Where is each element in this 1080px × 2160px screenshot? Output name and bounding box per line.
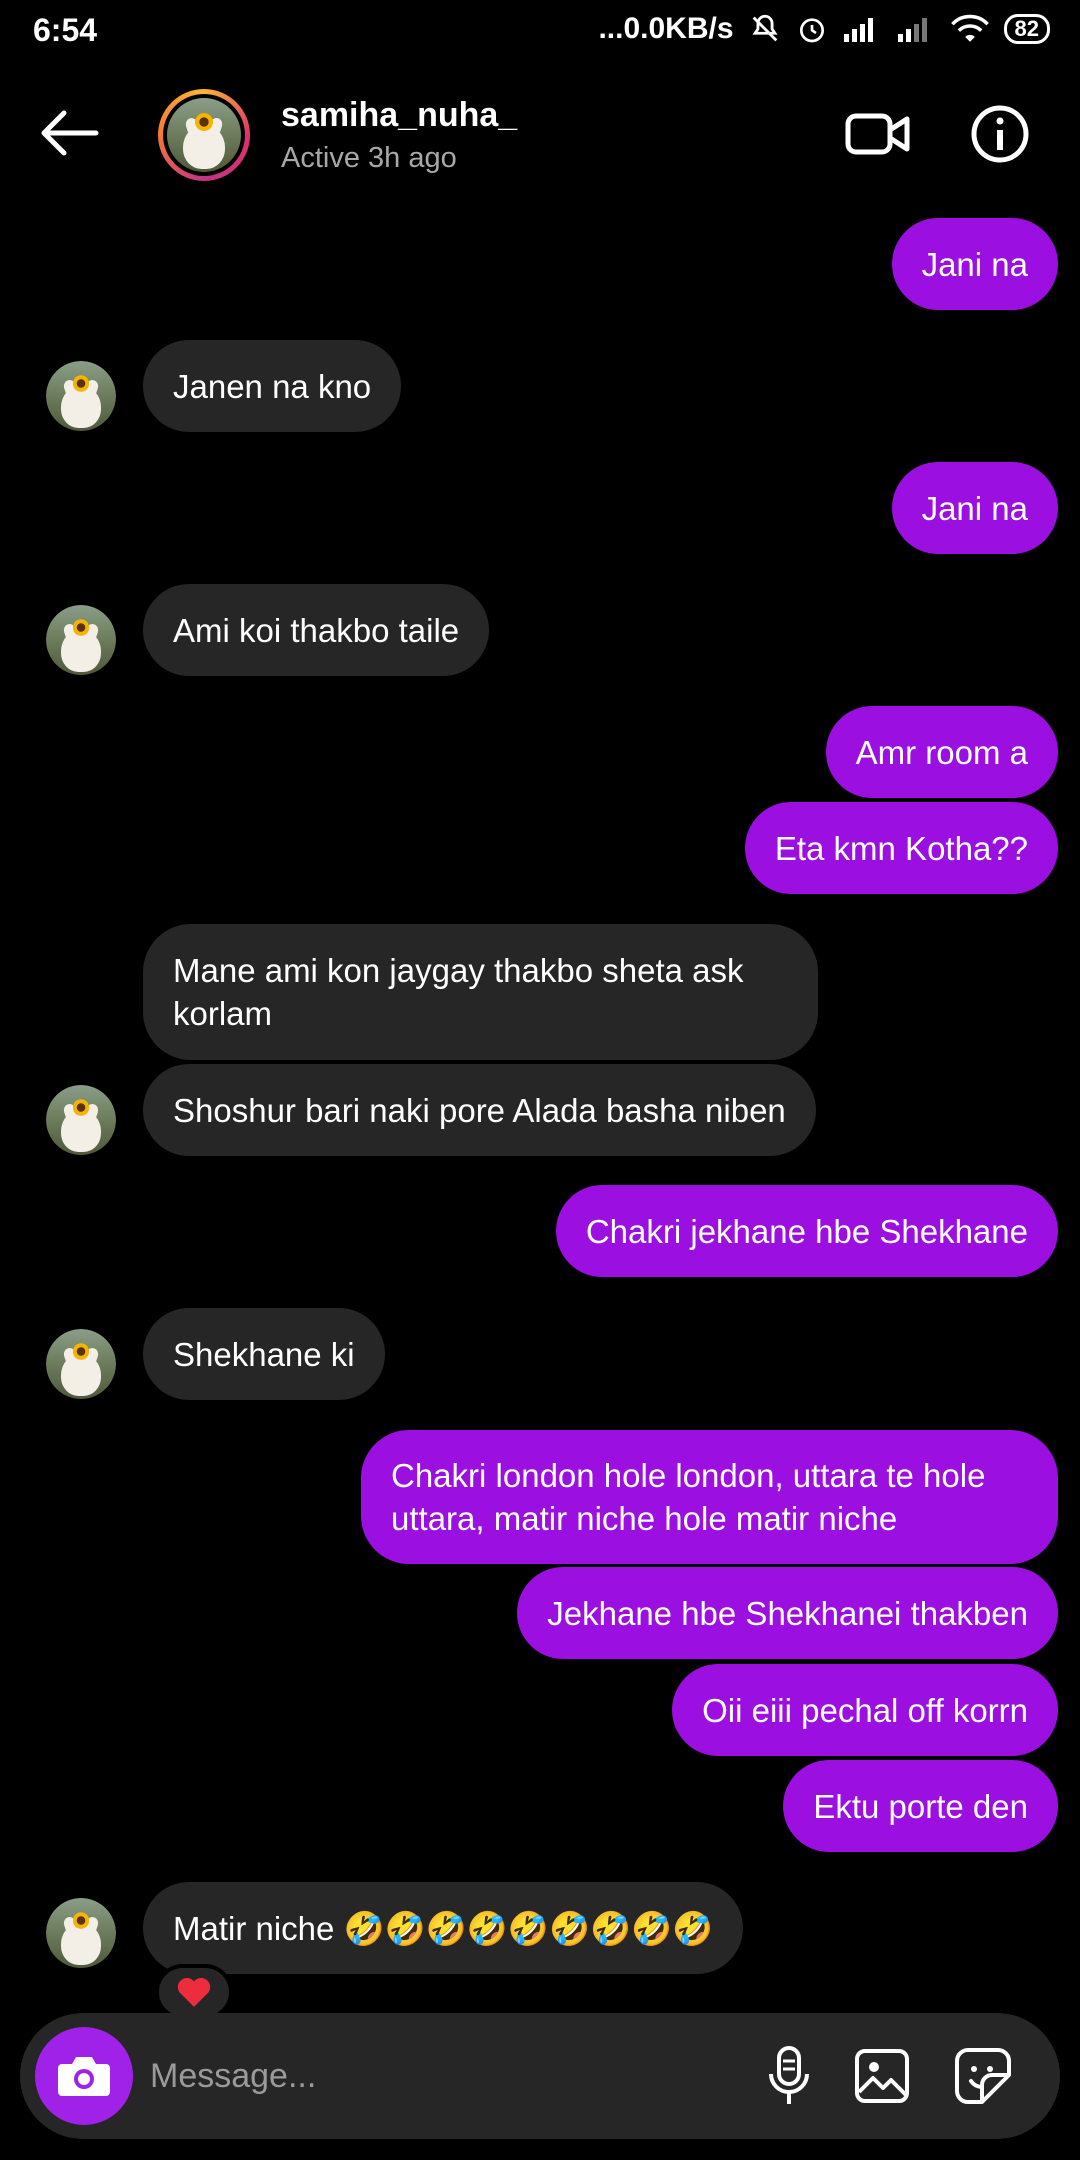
message-text: Janen na kno <box>173 367 372 405</box>
sticker-icon <box>955 2048 1011 2104</box>
info-button[interactable] <box>970 104 1030 164</box>
microphone-button[interactable] <box>758 2045 820 2107</box>
camera-button[interactable] <box>35 2027 133 2125</box>
profile-avatar[interactable] <box>158 89 250 181</box>
network-speed: ...0.0KB/s <box>598 12 734 45</box>
message-text: Jani na <box>921 245 1028 283</box>
message-text: Eta kmn Kotha?? <box>774 829 1028 867</box>
video-camera-icon <box>845 113 910 155</box>
camera-icon <box>58 2057 110 2096</box>
wifi-icon <box>950 13 990 45</box>
message-composer <box>20 2013 1060 2139</box>
battery-icon: 82 <box>1003 14 1050 44</box>
back-button[interactable] <box>40 108 100 158</box>
message-sent[interactable]: Chakri jekhane hbe Shekhane <box>555 1185 1058 1277</box>
signal-icon-2 <box>896 14 936 44</box>
status-icons: ...0.0KB/s 82 <box>598 12 1050 46</box>
sender-avatar[interactable] <box>46 1085 116 1155</box>
microphone-icon <box>769 2046 809 2104</box>
sticker-button[interactable] <box>952 2045 1014 2107</box>
message-received[interactable]: Shoshur bari naki pore Alada basha niben <box>143 1064 816 1156</box>
message-received[interactable]: Mane ami kon jaygay thakbo sheta ask kor… <box>143 924 818 1060</box>
back-arrow-icon <box>41 110 99 156</box>
message-sent[interactable]: Jani na <box>891 462 1058 554</box>
dm-screen: 6:54 ...0.0KB/s 82 samiha_nuha_ Active 3… <box>0 0 1080 2160</box>
message-input[interactable] <box>150 2043 730 2109</box>
message-text: Mane ami kon jaygay thakbo sheta ask kor… <box>173 952 744 1032</box>
mute-icon <box>748 12 782 46</box>
message-sent[interactable]: Chakri london hole london, uttara te hol… <box>361 1430 1058 1564</box>
message-sent[interactable]: Amr room a <box>825 706 1058 798</box>
sender-avatar[interactable] <box>46 605 116 675</box>
message-sent[interactable]: Oii eiii pechal off korrn <box>672 1664 1058 1756</box>
message-received[interactable]: Matir niche 🤣🤣🤣🤣🤣🤣🤣🤣🤣 <box>143 1882 744 1974</box>
message-text: Amr room a <box>855 733 1028 771</box>
chat-header: samiha_nuha_ Active 3h ago <box>0 64 1080 209</box>
info-icon <box>971 105 1029 163</box>
message-received[interactable]: Ami koi thakbo taile <box>143 584 490 676</box>
message-text: Ektu porte den <box>813 1787 1028 1825</box>
message-text: Shekhane ki <box>173 1335 355 1373</box>
message-text: Jani na <box>921 489 1028 527</box>
signal-icon <box>842 14 882 44</box>
message-sent[interactable]: Jani na <box>891 218 1058 310</box>
message-text: Jekhane hbe Shekhanei thakben <box>547 1594 1028 1632</box>
video-call-button[interactable] <box>845 104 911 164</box>
message-text: Chakri jekhane hbe Shekhane <box>585 1212 1028 1250</box>
message-sent[interactable]: Jekhane hbe Shekhanei thakben <box>517 1567 1058 1659</box>
status-time: 6:54 <box>33 12 98 48</box>
alarm-icon <box>796 13 828 45</box>
sender-avatar[interactable] <box>46 1898 116 1968</box>
message-text: Chakri london hole london, uttara te hol… <box>391 1457 986 1537</box>
active-status: Active 3h ago <box>281 142 457 174</box>
sender-avatar[interactable] <box>46 1329 116 1399</box>
message-sent[interactable]: Ektu porte den <box>783 1760 1058 1852</box>
message-text: Matir niche 🤣🤣🤣🤣🤣🤣🤣🤣🤣 <box>173 1909 714 1947</box>
message-text: Shoshur bari naki pore Alada basha niben <box>173 1091 786 1129</box>
chat-username[interactable]: samiha_nuha_ <box>281 96 517 135</box>
sender-avatar[interactable] <box>46 361 116 431</box>
status-bar: 6:54 ...0.0KB/s 82 <box>0 0 1080 64</box>
message-text: Ami koi thakbo taile <box>173 611 460 649</box>
heart-icon <box>177 1977 211 2007</box>
image-icon <box>855 2049 909 2103</box>
message-text: Oii eiii pechal off korrn <box>702 1691 1028 1729</box>
message-sent[interactable]: Eta kmn Kotha?? <box>744 802 1058 894</box>
message-received[interactable]: Janen na kno <box>143 340 402 432</box>
heart-reaction[interactable]: ❤️ <box>155 1964 233 2020</box>
gallery-button[interactable] <box>851 2045 913 2107</box>
message-received[interactable]: Shekhane ki <box>143 1308 385 1400</box>
avatar-image <box>167 98 241 172</box>
